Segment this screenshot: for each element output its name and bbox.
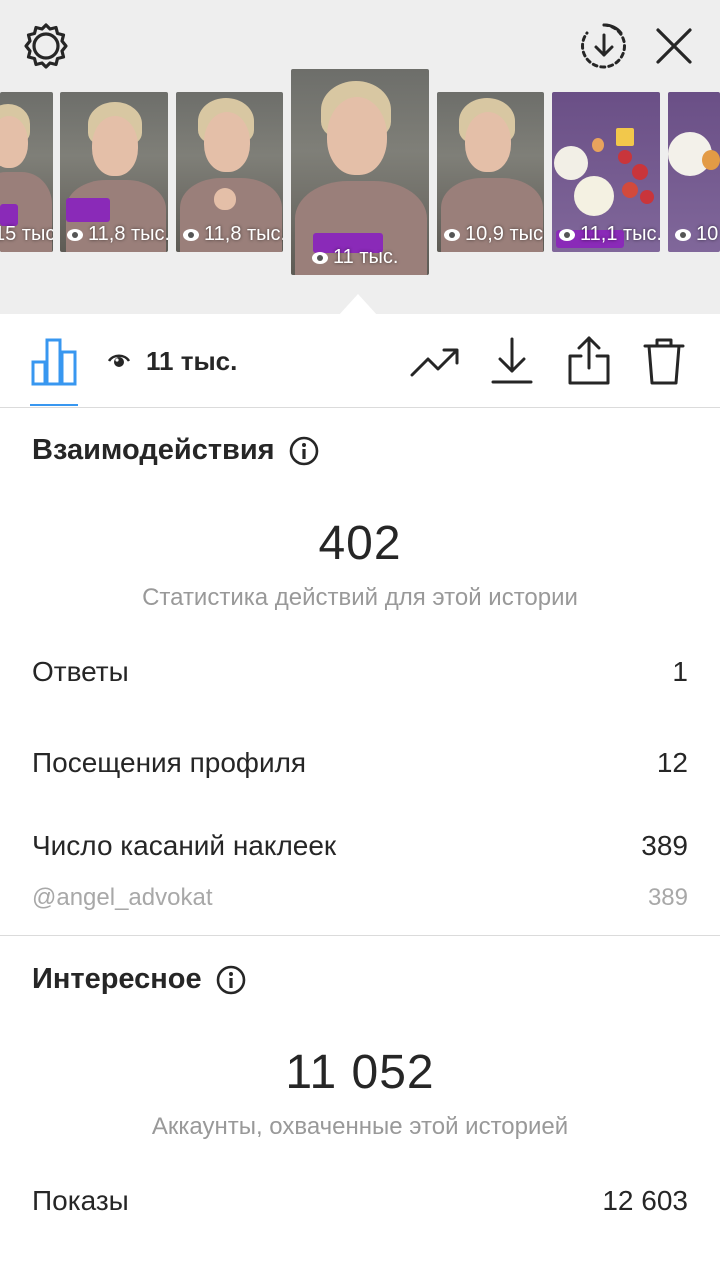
story-views-label: 11 тыс. bbox=[333, 246, 399, 268]
stat-row-impressions: Показы 12 603 bbox=[32, 1185, 688, 1217]
eye-icon bbox=[559, 228, 575, 241]
close-button[interactable] bbox=[648, 20, 700, 72]
download-icon bbox=[491, 337, 533, 384]
settings-button[interactable] bbox=[20, 20, 72, 72]
stat-value: 389 bbox=[647, 884, 688, 911]
story-views: 10 bbox=[674, 223, 718, 246]
stat-label: Число касаний наклеек bbox=[32, 830, 337, 861]
section-divider bbox=[0, 935, 720, 936]
views-count[interactable]: 11 тыс. bbox=[108, 342, 237, 380]
story-thumbnail[interactable]: 15 тыс. bbox=[0, 92, 53, 252]
interactions-caption: Статистика действий для этой истории bbox=[142, 584, 578, 611]
story-strip: 15 тыс. 11,8 тыс. 11,8 тыс. bbox=[0, 0, 720, 314]
stat-value: 1 bbox=[672, 656, 688, 687]
story-views: 15 тыс. bbox=[0, 223, 53, 246]
story-thumbnail[interactable]: 11,8 тыс. bbox=[60, 92, 168, 252]
story-views: 11 тыс. bbox=[311, 246, 398, 269]
info-icon[interactable] bbox=[289, 436, 319, 466]
stat-value: 12 603 bbox=[602, 1185, 688, 1216]
discovery-caption: Аккаунты, охваченные этой историей bbox=[151, 1113, 569, 1140]
share-icon bbox=[568, 336, 610, 385]
eye-icon bbox=[67, 228, 83, 241]
eye-icon bbox=[675, 228, 691, 241]
story-views-label: 11,1 тыс. bbox=[580, 223, 660, 245]
promote-button[interactable] bbox=[410, 340, 460, 384]
story-thumbnail-selected[interactable]: 11 тыс. bbox=[291, 69, 429, 275]
story-views: 10,9 тыс. bbox=[443, 223, 544, 246]
stat-label: @angel_advokat bbox=[32, 884, 213, 911]
interactions-total: 402 bbox=[318, 517, 402, 570]
eye-icon bbox=[183, 228, 199, 241]
close-icon bbox=[656, 28, 692, 64]
story-toolbar: 11 тыс. bbox=[0, 314, 720, 408]
eye-icon bbox=[108, 354, 130, 367]
story-thumbnail[interactable]: 11,1 тыс. bbox=[552, 92, 660, 252]
story-views-label: 10,9 тыс. bbox=[465, 223, 544, 245]
stat-row-sticker-taps: Число касаний наклеек 389 bbox=[32, 830, 688, 862]
share-button[interactable] bbox=[566, 334, 612, 388]
story-views-label: 11,8 тыс. bbox=[204, 223, 283, 245]
story-views-label: 11,8 тыс. bbox=[88, 223, 168, 245]
stat-row-mention-sticker[interactable]: @angel_advokat 389 bbox=[32, 884, 688, 912]
delete-button[interactable] bbox=[642, 334, 686, 388]
stat-row-profile-visits: Посещения профиля 12 bbox=[32, 747, 688, 779]
discovery-total: 11 052 bbox=[285, 1046, 435, 1099]
stat-label: Ответы bbox=[32, 656, 129, 687]
stat-value: 12 bbox=[656, 747, 688, 778]
stat-value: 389 bbox=[641, 830, 688, 861]
story-views: 11,1 тыс. bbox=[558, 223, 660, 246]
story-views: 11,8 тыс. bbox=[182, 223, 283, 246]
interactions-title: Взаимодействия bbox=[32, 434, 275, 466]
archive-button[interactable] bbox=[578, 20, 630, 72]
bar-chart-icon bbox=[31, 338, 77, 386]
story-views-label: 10 bbox=[696, 223, 719, 245]
gear-icon bbox=[24, 23, 68, 69]
story-thumbnail[interactable]: 11,8 тыс. bbox=[176, 92, 283, 252]
story-views: 11,8 тыс. bbox=[66, 223, 168, 246]
trending-up-icon bbox=[410, 348, 459, 377]
download-button[interactable] bbox=[490, 334, 534, 388]
stat-label: Посещения профиля bbox=[32, 747, 307, 778]
stat-row-replies: Ответы 1 bbox=[32, 656, 688, 688]
story-views-label: 15 тыс. bbox=[0, 223, 53, 245]
info-icon[interactable] bbox=[216, 965, 246, 995]
selection-pointer bbox=[339, 294, 377, 314]
trash-icon bbox=[643, 338, 685, 385]
eye-icon bbox=[444, 228, 460, 241]
insights-tab[interactable] bbox=[30, 336, 78, 388]
story-thumbnail[interactable]: 10,9 тыс. bbox=[437, 92, 544, 252]
stat-label: Показы bbox=[32, 1185, 129, 1216]
views-count-label: 11 тыс. bbox=[146, 345, 238, 376]
download-circle-icon bbox=[581, 23, 626, 69]
eye-icon bbox=[312, 251, 328, 264]
active-tab-indicator bbox=[30, 404, 78, 406]
story-thumbnail[interactable]: 10 bbox=[668, 92, 720, 252]
discovery-heading: Интересное bbox=[32, 963, 246, 996]
interactions-heading: Взаимодействия bbox=[32, 434, 319, 467]
discovery-title: Интересное bbox=[32, 963, 202, 995]
